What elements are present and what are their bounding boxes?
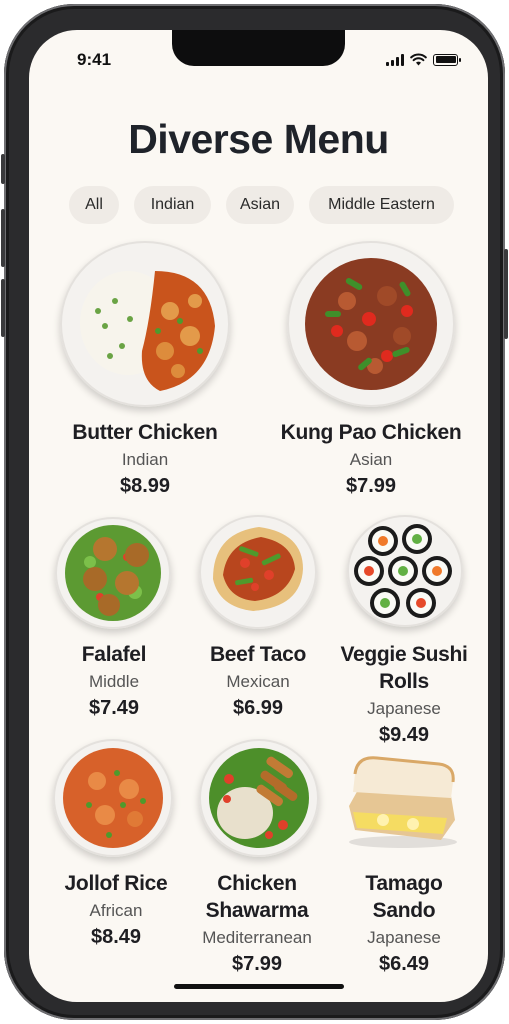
filter-chip-indian[interactable]: Indian	[134, 186, 211, 224]
chicken-shawarma-image[interactable]	[199, 739, 319, 857]
item-price: $8.99	[119, 475, 171, 497]
item-name-line-1: Tamago	[365, 872, 443, 895]
volume-down-button	[1, 279, 5, 337]
item-name: Jollof Rice	[64, 872, 168, 895]
falafel-image[interactable]	[55, 517, 171, 629]
menu-item-chicken-shawarma[interactable]: Chicken Shawarma Mediterranean $7.99	[185, 870, 329, 977]
item-cuisine: Japanese	[367, 699, 441, 718]
filter-chip-all[interactable]: All	[69, 186, 119, 224]
menu-item-falafel[interactable]: Falafel Middle $7.49	[49, 641, 179, 721]
item-price: $6.99	[232, 697, 284, 719]
beef-taco-image[interactable]	[199, 515, 317, 629]
menu-item-tamago-sando[interactable]: Tamago Sando Japanese $6.49	[339, 870, 469, 977]
app-screen: 9:41 Diverse Menu All Indian Asian Middl…	[29, 30, 488, 1002]
cellular-signal-icon	[386, 53, 404, 66]
filter-chip-middle-eastern[interactable]: Middle Eastern	[309, 186, 454, 224]
item-cuisine: Mexican	[226, 672, 290, 691]
veggie-sushi-rolls-image[interactable]	[347, 515, 463, 627]
item-price: $7.49	[88, 697, 140, 719]
home-indicator[interactable]	[174, 984, 344, 989]
volume-up-button	[1, 209, 5, 267]
filter-chip-asian[interactable]: Asian	[226, 186, 294, 224]
item-price: $7.99	[231, 953, 283, 975]
item-cuisine: Indian	[121, 450, 169, 469]
item-price: $8.49	[90, 926, 142, 948]
item-name: Beef Taco	[209, 643, 307, 666]
item-price: $6.49	[378, 953, 430, 975]
item-price: $7.99	[345, 475, 397, 497]
menu-item-kung-pao-chicken[interactable]: Kung Pao Chicken Asian $7.99	[275, 419, 467, 499]
phone-frame: 9:41 Diverse Menu All Indian Asian Middl…	[1, 4, 508, 1020]
item-name-line-2: Rolls	[379, 670, 429, 693]
jollof-rice-image[interactable]	[53, 739, 173, 857]
menu-item-jollof-rice[interactable]: Jollof Rice African $8.49	[49, 870, 183, 950]
item-price: $9.49	[378, 724, 430, 746]
item-name-line-1: Veggie Sushi	[340, 643, 468, 666]
item-name: Falafel	[81, 643, 147, 666]
item-name-line-2: Shawarma	[205, 899, 309, 922]
item-cuisine: Mediterranean	[202, 928, 312, 947]
item-cuisine: Middle	[88, 672, 140, 691]
item-name: Butter Chicken	[72, 421, 218, 444]
menu-item-beef-taco[interactable]: Beef Taco Mexican $6.99	[193, 641, 323, 721]
battery-icon	[433, 53, 461, 66]
dynamic-island	[172, 30, 345, 66]
item-name-line-2: Sando	[372, 899, 436, 922]
butter-chicken-image[interactable]	[60, 241, 230, 407]
page-title: Diverse Menu	[128, 116, 389, 162]
action-button	[1, 154, 5, 184]
menu-item-veggie-sushi-rolls[interactable]: Veggie Sushi Rolls Japanese $9.49	[333, 641, 475, 748]
power-button	[504, 249, 508, 339]
tamago-sando-image[interactable]	[343, 750, 461, 850]
status-time: 9:41	[77, 50, 112, 69]
kung-pao-chicken-image[interactable]	[287, 241, 455, 407]
wifi-icon	[410, 53, 427, 66]
item-cuisine: Asian	[349, 450, 393, 469]
status-icons	[386, 53, 461, 66]
item-cuisine: Japanese	[367, 928, 441, 947]
menu-item-butter-chicken[interactable]: Butter Chicken Indian $8.99	[53, 419, 237, 499]
item-name-line-1: Chicken	[217, 872, 297, 895]
item-name: Kung Pao Chicken	[280, 421, 462, 444]
category-filters: All Indian Asian Middle Eastern	[69, 186, 454, 224]
item-cuisine: African	[89, 901, 143, 920]
